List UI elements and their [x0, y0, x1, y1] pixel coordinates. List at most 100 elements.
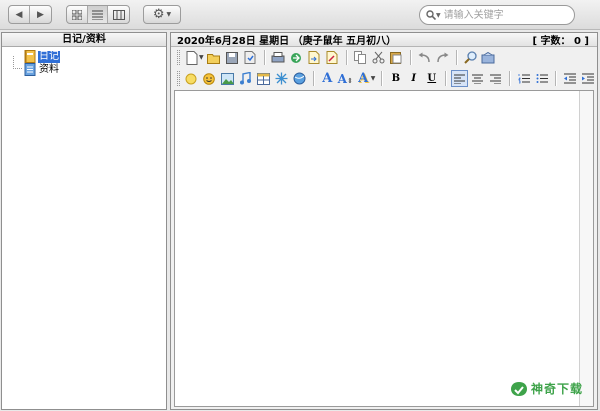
- weather-button[interactable]: [183, 70, 200, 87]
- copy-button[interactable]: [352, 49, 369, 66]
- settings-menu-button[interactable]: ⚙ ▼: [143, 5, 181, 24]
- magnifier-icon: [463, 51, 477, 64]
- grid-view-icon: [71, 9, 82, 20]
- edit-document-icon: [326, 51, 338, 64]
- weather-sun-icon: [185, 73, 197, 84]
- find-button[interactable]: [462, 49, 479, 66]
- italic-icon: I: [411, 73, 417, 84]
- decrease-indent-button[interactable]: [561, 70, 578, 87]
- align-right-icon: [490, 74, 502, 84]
- save-as-icon: [244, 51, 256, 64]
- sidebar-header: 日记/资料: [2, 33, 166, 47]
- print-preview-icon: [271, 51, 285, 62]
- bullet-list-button[interactable]: [533, 70, 550, 87]
- font-button[interactable]: A: [319, 70, 336, 87]
- column-view-icon: [112, 9, 125, 20]
- mood-button[interactable]: [201, 70, 218, 87]
- font-size-button[interactable]: A⇕: [337, 70, 354, 87]
- save-as-button[interactable]: [242, 49, 259, 66]
- align-left-button[interactable]: [451, 70, 469, 87]
- editor-text-area[interactable]: [174, 90, 594, 407]
- back-arrow-icon: ◀: [15, 9, 23, 20]
- cut-button[interactable]: [370, 49, 387, 66]
- top-toolbar: ◀ ▶ ⚙ ▼ ▼: [0, 0, 600, 30]
- list-view-icon: [92, 10, 103, 20]
- editor-vertical-scrollbar[interactable]: [579, 91, 593, 406]
- undo-icon: [418, 52, 430, 63]
- redo-button[interactable]: [434, 49, 451, 66]
- forward-arrow-icon: ▶: [37, 9, 44, 20]
- print-preview-button[interactable]: [270, 49, 287, 66]
- increase-indent-button[interactable]: [579, 70, 596, 87]
- new-document-button[interactable]: [183, 49, 200, 66]
- watermark-logo: 神奇下载: [510, 380, 583, 397]
- sidebar-panel: 日记/资料 日记 资料: [1, 32, 167, 410]
- open-button[interactable]: [206, 49, 223, 66]
- font-color-icon: A: [358, 71, 369, 86]
- scissors-icon: [372, 51, 385, 64]
- font-color-dropdown-icon[interactable]: ▼: [371, 75, 376, 82]
- list-view-button[interactable]: [87, 6, 109, 23]
- font-a-icon: A: [322, 71, 333, 86]
- import-button[interactable]: [288, 49, 305, 66]
- web-link-icon: [293, 72, 306, 85]
- search-input[interactable]: [443, 7, 569, 23]
- paste-button[interactable]: [388, 49, 405, 66]
- export-document-icon: [308, 51, 320, 64]
- insert-table-button[interactable]: [255, 70, 272, 87]
- replace-button[interactable]: [480, 49, 497, 66]
- search-box[interactable]: ▼: [419, 5, 575, 25]
- font-color-button[interactable]: A: [355, 70, 372, 87]
- toolbar-grip[interactable]: [177, 50, 180, 65]
- copy-icon: [353, 51, 366, 64]
- forward-button[interactable]: ▶: [30, 6, 51, 23]
- folder-open-icon: [207, 53, 221, 64]
- tree-item-documents[interactable]: 资料: [24, 63, 60, 76]
- table-icon: [256, 72, 270, 85]
- align-center-icon: [472, 74, 484, 84]
- edit-document-button[interactable]: [324, 49, 341, 66]
- underline-button[interactable]: U: [423, 70, 440, 87]
- align-center-button[interactable]: [469, 70, 486, 87]
- toolbar-grip[interactable]: [177, 71, 180, 86]
- replace-icon: [481, 51, 495, 63]
- export-button[interactable]: [306, 49, 323, 66]
- date-header: 2020年6月28日 星期日 （庚子鼠年 五月初八） [ 字数： 0 ]: [171, 33, 597, 47]
- word-count: [ 字数： 0 ]: [532, 36, 589, 47]
- insert-symbol-button[interactable]: [273, 70, 290, 87]
- numbered-list-button[interactable]: [515, 70, 532, 87]
- align-left-icon: [454, 74, 466, 84]
- grid-view-button[interactable]: [67, 6, 88, 23]
- insert-link-button[interactable]: [291, 70, 308, 87]
- new-dropdown-icon[interactable]: ▼: [199, 54, 204, 61]
- column-view-button[interactable]: [108, 6, 129, 23]
- special-symbol-icon: [275, 72, 288, 85]
- diary-book-icon: [24, 50, 36, 63]
- image-icon: [220, 72, 234, 85]
- align-right-button[interactable]: [487, 70, 504, 87]
- dropdown-arrow-icon: ▼: [166, 11, 172, 18]
- italic-button[interactable]: I: [405, 70, 422, 87]
- undo-button[interactable]: [416, 49, 433, 66]
- insert-music-button[interactable]: [237, 70, 254, 87]
- numbered-list-icon: [518, 74, 530, 84]
- search-icon: [426, 10, 436, 20]
- new-page-icon: [186, 50, 197, 65]
- save-button[interactable]: [224, 49, 241, 66]
- font-size-icon: A⇕: [337, 71, 353, 86]
- insert-image-button[interactable]: [219, 70, 236, 87]
- editor-toolbar-row-1: ▼: [171, 47, 597, 68]
- watermark-text: 神奇下载: [531, 382, 584, 396]
- bold-button[interactable]: B: [387, 70, 404, 87]
- tree-item-label: 资料: [39, 63, 59, 75]
- editor-panel: 2020年6月28日 星期日 （庚子鼠年 五月初八） [ 字数： 0 ] ▼ A…: [170, 32, 598, 410]
- indent-icon: [581, 73, 594, 84]
- gear-icon: ⚙: [152, 7, 165, 22]
- watermark-logo-icon: [511, 381, 527, 396]
- back-button[interactable]: ◀: [9, 6, 30, 23]
- redo-icon: [436, 52, 449, 63]
- music-note-icon: [240, 72, 252, 85]
- smiley-icon: [203, 72, 216, 85]
- tree-item-diary[interactable]: 日记: [24, 50, 60, 63]
- tree-item-label: 日记: [38, 50, 60, 63]
